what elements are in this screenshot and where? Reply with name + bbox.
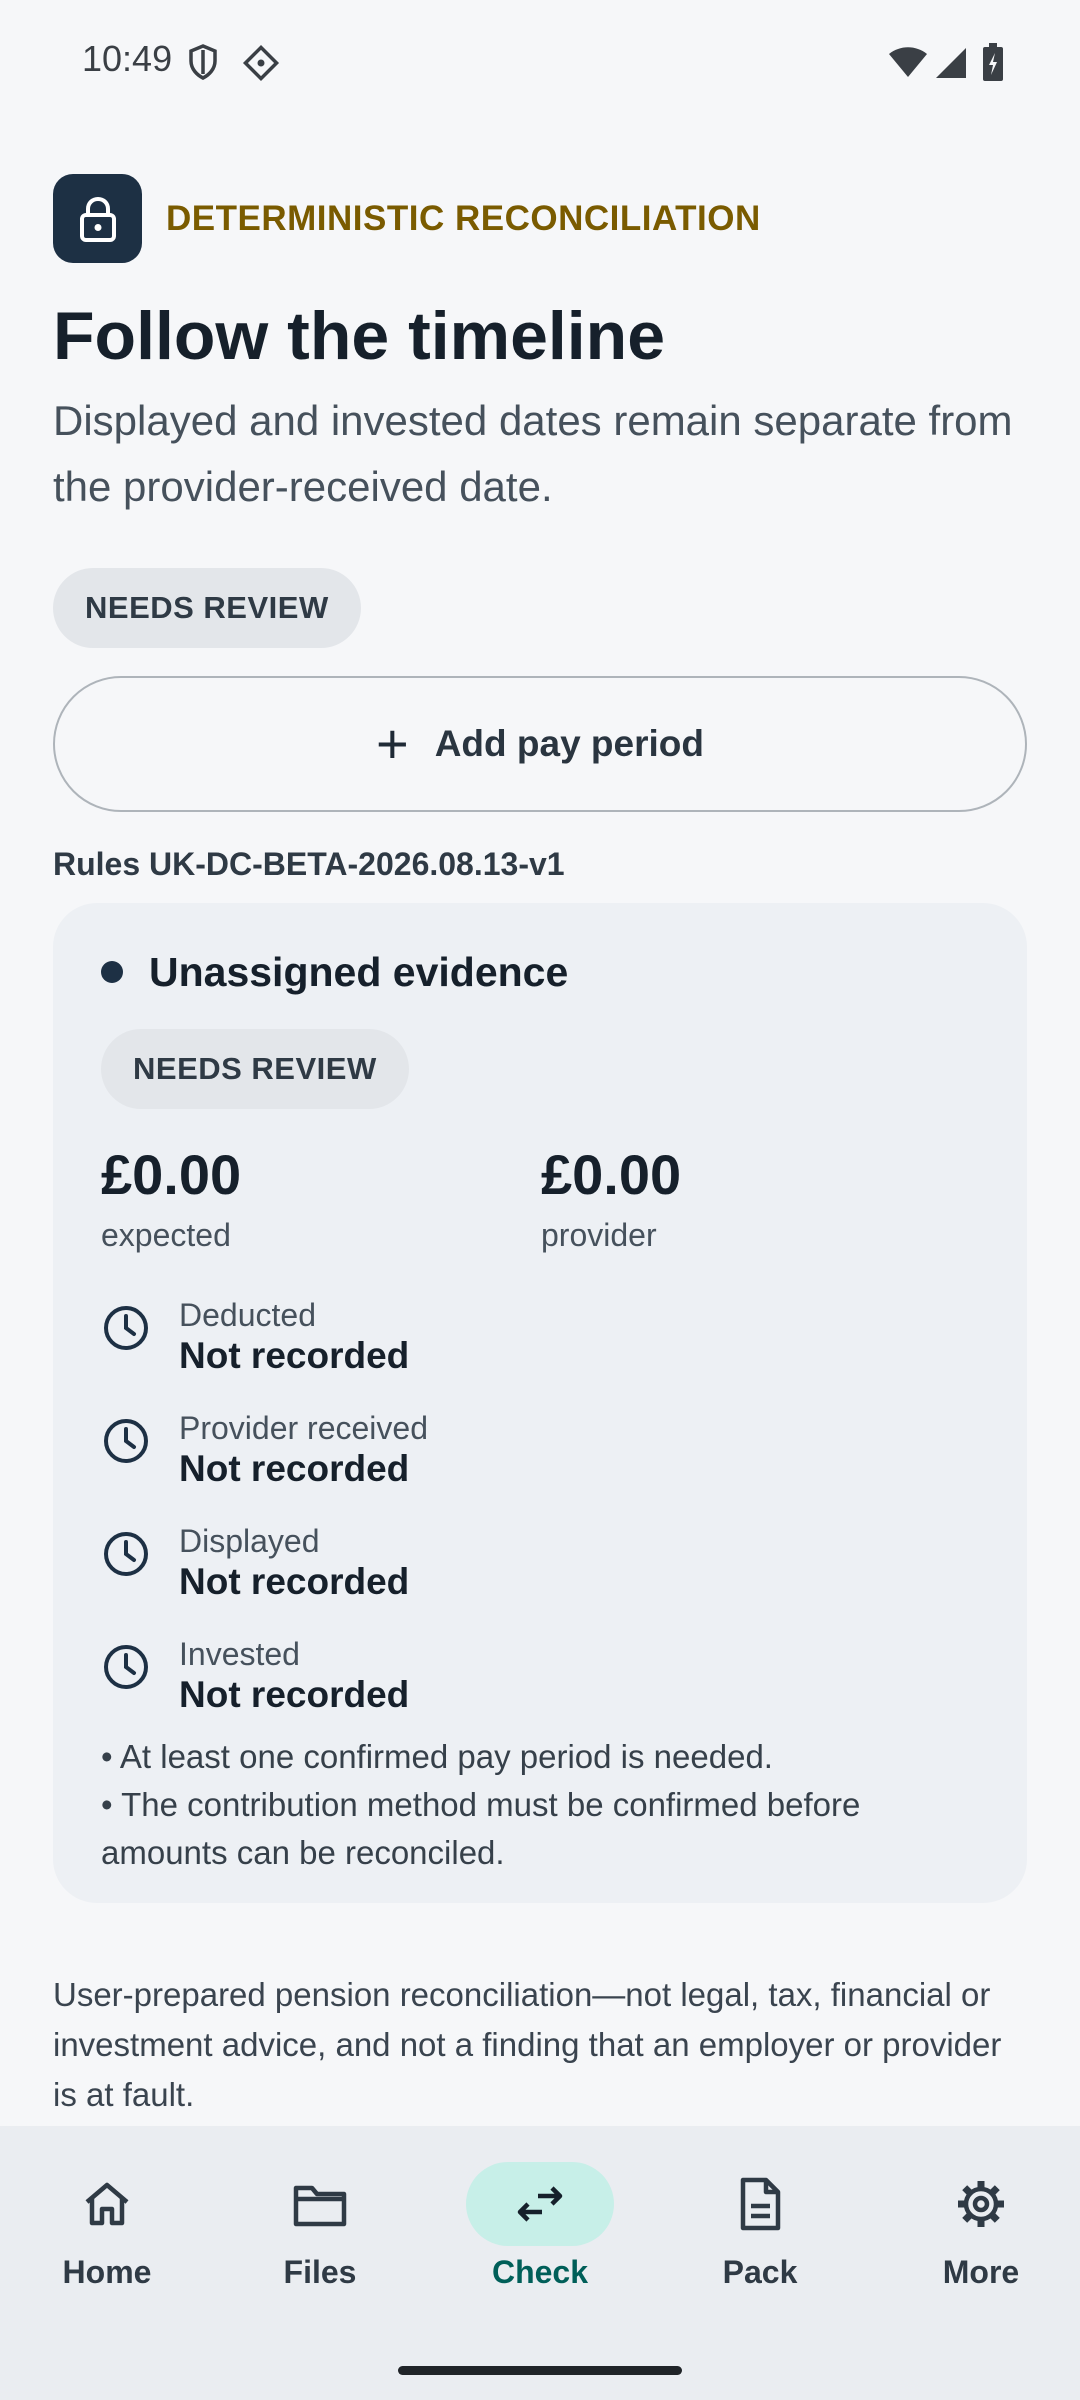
status-dot xyxy=(101,961,123,984)
clock-icon xyxy=(104,1305,148,1350)
nav-item-pack[interactable]: Pack xyxy=(652,2162,868,2291)
timeline-label: Invested xyxy=(179,1635,300,1672)
card-title: Unassigned evidence xyxy=(149,948,569,995)
main-content: DETERMINISTIC RECONCILIATION Follow the … xyxy=(53,174,1027,1903)
compare-arrows-icon xyxy=(517,2186,563,2222)
timeline-value: Not recorded xyxy=(179,1447,410,1489)
page-title: Follow the timeline xyxy=(53,298,666,374)
folder-icon xyxy=(293,2185,347,2227)
plus-icon: + xyxy=(375,711,409,775)
card-notes: • At least one confirmed pay period is n… xyxy=(101,1733,981,1877)
lock-tile xyxy=(53,174,142,263)
expected-caption: expected xyxy=(101,1216,231,1253)
add-pay-period-label: Add pay period xyxy=(434,722,704,764)
page-subtitle: Displayed and invested dates remain sepa… xyxy=(53,396,1013,510)
note-item: • At least one confirmed pay period is n… xyxy=(101,1737,773,1775)
clock-icon xyxy=(104,1418,148,1463)
timeline-invested: Invested Not recorded xyxy=(101,1636,409,1718)
timeline-value: Not recorded xyxy=(179,1673,410,1715)
expected-amount-block: £0.00 expected xyxy=(101,1142,242,1254)
document-icon xyxy=(740,2177,781,2231)
nav-pill xyxy=(907,2162,1055,2246)
nav-pill xyxy=(246,2162,394,2246)
timeline-value: Not recorded xyxy=(179,1560,410,1602)
nav-label: Files xyxy=(283,2254,357,2290)
nav-label: Home xyxy=(62,2254,152,2290)
shield-icon xyxy=(189,44,217,80)
timeline-provider-received: Provider received Not recorded xyxy=(101,1410,428,1492)
note-item: • The contribution method must be confir… xyxy=(101,1785,861,1871)
evidence-card: Unassigned evidence NEEDS REVIEW £0.00 e… xyxy=(53,902,1027,1903)
section-badge: DETERMINISTIC RECONCILIATION xyxy=(53,174,1027,263)
timeline-value: Not recorded xyxy=(179,1334,410,1376)
expected-amount: £0.00 xyxy=(101,1142,242,1206)
home-indicator[interactable] xyxy=(398,2366,682,2375)
gear-icon xyxy=(958,2181,1004,2227)
provider-amount: £0.00 xyxy=(541,1142,682,1206)
timeline-displayed: Displayed Not recorded xyxy=(101,1523,409,1605)
nav-label: Check xyxy=(491,2254,589,2290)
status-chip: NEEDS REVIEW xyxy=(53,567,361,648)
timeline-label: Provider received xyxy=(179,1409,428,1446)
home-icon xyxy=(85,2182,129,2226)
timeline-deducted: Deducted Not recorded xyxy=(101,1297,409,1379)
nav-item-more[interactable]: More xyxy=(873,2162,1080,2291)
nav-pill xyxy=(466,2162,614,2246)
cellular-signal-icon xyxy=(936,48,966,78)
status-time: 10:49 xyxy=(82,38,173,79)
provider-amount-block: £0.00 provider xyxy=(541,1142,682,1254)
section-eyebrow: DETERMINISTIC RECONCILIATION xyxy=(166,198,761,238)
battery-charging-icon xyxy=(983,43,1003,81)
lock-icon xyxy=(79,196,116,242)
timeline-label: Displayed xyxy=(179,1522,320,1559)
nav-label: More xyxy=(942,2254,1020,2290)
card-status-chip: NEEDS REVIEW xyxy=(101,1028,409,1109)
bottom-navigation: Home Files Check Pack More xyxy=(0,2126,1080,2400)
provider-caption: provider xyxy=(541,1216,657,1253)
card-header: Unassigned evidence xyxy=(101,949,568,996)
clock-icon xyxy=(104,1531,148,1576)
nav-item-check[interactable]: Check xyxy=(432,2162,648,2291)
wifi-icon xyxy=(889,47,927,77)
nav-item-home[interactable]: Home xyxy=(0,2162,215,2291)
diamond-sync-icon xyxy=(242,44,280,82)
nav-item-files[interactable]: Files xyxy=(212,2162,428,2291)
nav-label: Pack xyxy=(722,2254,798,2290)
status-bar: 10:49 xyxy=(0,0,1080,130)
add-pay-period-button[interactable]: + Add pay period xyxy=(53,675,1027,812)
nav-pill xyxy=(686,2162,834,2246)
nav-pill xyxy=(33,2162,181,2246)
disclaimer: User-prepared pension reconciliation—not… xyxy=(53,1976,1002,2113)
rules-version: Rules UK-DC-BETA-2026.08.13-v1 xyxy=(53,845,565,882)
timeline-label: Deducted xyxy=(179,1296,316,1333)
clock-icon xyxy=(104,1644,148,1689)
